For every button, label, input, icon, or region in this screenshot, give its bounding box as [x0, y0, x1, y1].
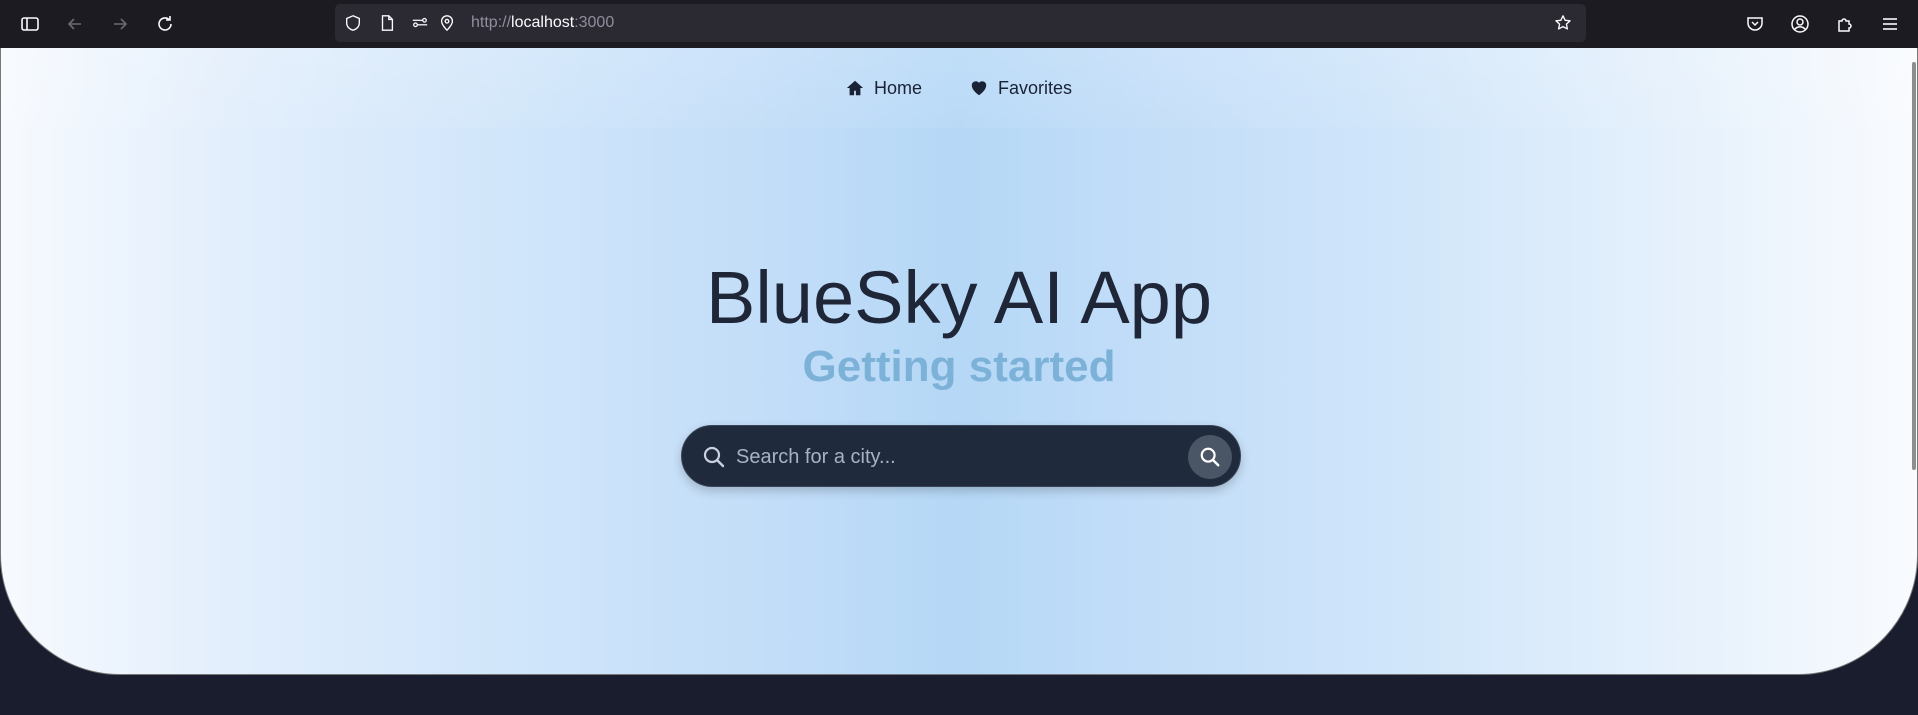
sidebar-icon[interactable] [16, 10, 44, 38]
url-text[interactable]: http://localhost:3000 [471, 14, 614, 32]
arrow-left-icon[interactable] [61, 10, 89, 38]
location-pin-icon[interactable] [437, 13, 457, 33]
url-host: localhost [511, 14, 575, 31]
page-subtitle: Getting started [802, 342, 1116, 391]
url-scheme: http:// [471, 14, 512, 31]
city-search-box [681, 425, 1241, 487]
top-navbar: Home Favorites [1, 48, 1917, 128]
shield-icon[interactable] [343, 13, 363, 33]
heart-icon [971, 81, 987, 96]
pocket-icon[interactable] [1741, 10, 1769, 38]
star-icon[interactable] [1553, 13, 1573, 33]
permissions-icon[interactable] [410, 13, 430, 33]
url-port: :3000 [574, 14, 615, 31]
search-icon [1200, 447, 1220, 467]
reload-icon[interactable] [151, 10, 179, 38]
url-bar[interactable]: http://localhost:3000 [335, 4, 1586, 42]
nav-item-home-label: Home [873, 77, 922, 98]
browser-toolbar: http://localhost:3000 [0, 0, 1918, 48]
account-icon[interactable] [1786, 10, 1814, 38]
nav-item-favorites[interactable]: Favorites [970, 78, 1072, 99]
page-icon[interactable] [377, 13, 397, 33]
page-title: BlueSky AI App [705, 256, 1212, 339]
home-icon [846, 80, 864, 96]
search-input[interactable] [736, 438, 1176, 476]
nav-item-favorites-label: Favorites [997, 77, 1073, 98]
search-icon [703, 446, 725, 468]
puzzle-icon[interactable] [1831, 10, 1859, 38]
nav-item-home[interactable]: Home [846, 78, 922, 99]
arrow-right-icon[interactable] [106, 10, 134, 38]
search-submit-button[interactable] [1188, 435, 1232, 479]
hamburger-menu-icon[interactable] [1876, 10, 1904, 38]
page-scrollbar[interactable] [1912, 62, 1916, 470]
